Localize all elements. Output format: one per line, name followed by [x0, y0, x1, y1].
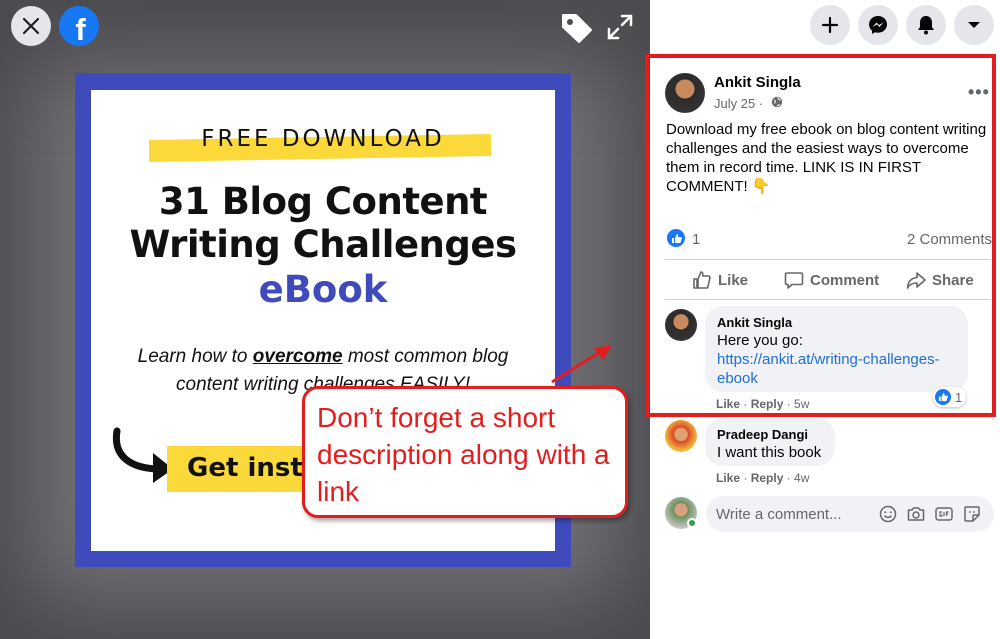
- ebook-subtitle: eBook: [258, 268, 388, 311]
- notifications-button[interactable]: [906, 5, 946, 45]
- comment-reaction-count: 1: [955, 389, 963, 405]
- comment-like-link[interactable]: Like: [716, 471, 740, 485]
- globe-icon: [771, 96, 783, 108]
- close-icon: [22, 17, 40, 35]
- create-button[interactable]: [810, 5, 850, 45]
- photo-viewer: FREE DOWNLOAD 31 Blog Content Writing Ch…: [0, 0, 650, 639]
- messenger-button[interactable]: [858, 5, 898, 45]
- comment-button[interactable]: Comment: [784, 270, 879, 290]
- divider: [665, 259, 991, 260]
- sticker-icon[interactable]: [962, 504, 982, 524]
- comment-label: Comment: [810, 271, 880, 289]
- comment-reply-link[interactable]: Reply: [751, 471, 784, 485]
- gif-icon[interactable]: [934, 504, 954, 524]
- comment-age[interactable]: 4w: [794, 471, 809, 485]
- comment-meta: Like · Reply · 4w: [716, 471, 810, 485]
- emoji-icon[interactable]: [878, 504, 898, 524]
- comment-composer[interactable]: [706, 496, 994, 532]
- comment-bubble: Ankit Singla Here you go: https://ankit.…: [705, 306, 968, 392]
- callout-text: Don’t forget a short description along w…: [317, 402, 610, 507]
- desc-emphasis: overcome: [252, 346, 343, 367]
- like-count[interactable]: 1: [692, 231, 700, 248]
- comment-author[interactable]: Pradeep Dangi: [717, 426, 823, 443]
- messenger-icon: [869, 16, 887, 34]
- comment-author[interactable]: Ankit Singla: [717, 314, 956, 331]
- online-status-indicator: [687, 518, 697, 528]
- like-reaction-icon: [935, 389, 951, 405]
- account-menu-button[interactable]: [954, 5, 994, 45]
- camera-icon[interactable]: [906, 504, 926, 524]
- share-icon: [906, 272, 926, 289]
- avatar[interactable]: [665, 309, 697, 341]
- annotation-callout: Don’t forget a short description along w…: [302, 386, 628, 518]
- post-text: Download my free ebook on blog content w…: [666, 121, 987, 195]
- chevron-down-icon: [968, 22, 980, 28]
- comment-text: Here you go:: [717, 332, 803, 349]
- comment-age[interactable]: 5w: [794, 397, 809, 411]
- fullscreen-icon[interactable]: [606, 13, 634, 41]
- comment-link[interactable]: https://ankit.at/writing-challenges-eboo…: [717, 350, 956, 388]
- comment-reply-link[interactable]: Reply: [751, 397, 784, 411]
- like-reaction-icon[interactable]: [667, 229, 685, 247]
- ebook-kicker: FREE DOWNLOAD: [201, 126, 445, 152]
- post-author[interactable]: Ankit Singla: [714, 74, 801, 91]
- close-button[interactable]: [11, 6, 51, 46]
- post-date[interactable]: July 25 ·: [714, 96, 763, 111]
- ebook-title: 31 Blog Content Writing Challenges: [91, 180, 555, 266]
- avatar[interactable]: [665, 420, 697, 452]
- divider: [665, 299, 991, 300]
- share-label: Share: [932, 271, 974, 289]
- more-options-icon[interactable]: •••: [968, 83, 990, 101]
- facebook-logo[interactable]: f: [59, 6, 99, 46]
- ebook-title-line2: Writing Challenges: [129, 223, 517, 266]
- comment-reactions[interactable]: 1: [933, 387, 967, 407]
- annotation-arrow-icon: [551, 345, 612, 384]
- comment-like-link[interactable]: Like: [716, 397, 740, 411]
- ebook-title-line1: 31 Blog Content: [158, 180, 488, 223]
- comment-count[interactable]: 2 Comments: [907, 231, 992, 248]
- comment-meta: Like · Reply · 5w: [716, 397, 810, 411]
- thumbs-up-icon: [693, 271, 711, 289]
- like-label: Like: [718, 271, 749, 289]
- like-button[interactable]: Like: [692, 270, 748, 290]
- bell-icon: [918, 16, 934, 35]
- tag-icon[interactable]: [560, 11, 594, 45]
- avatar[interactable]: [665, 73, 705, 113]
- facebook-logo-letter: f: [75, 11, 86, 47]
- plus-icon: [821, 16, 839, 34]
- comment-icon: [784, 272, 804, 289]
- share-button[interactable]: Share: [906, 270, 974, 290]
- desc-prefix: Learn how to: [137, 346, 253, 367]
- comment-bubble: Pradeep Dangi I want this book: [705, 418, 835, 466]
- comment-text: I want this book: [717, 444, 822, 461]
- comment-input[interactable]: [716, 496, 876, 532]
